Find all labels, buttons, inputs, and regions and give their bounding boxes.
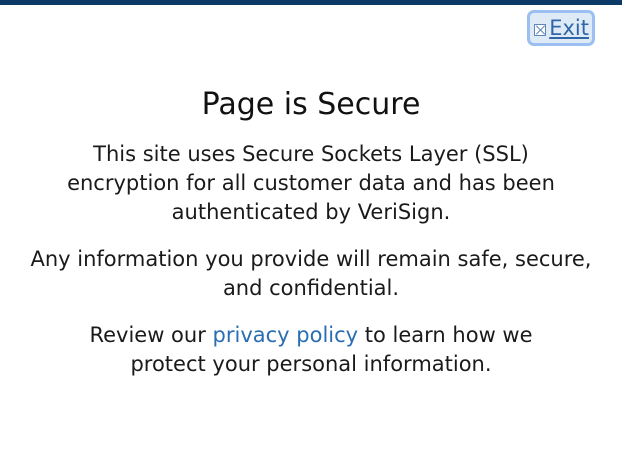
privacy-text-before: Review our: [89, 323, 213, 347]
top-accent-bar: [0, 0, 622, 5]
secure-page-popup: Exit Page is Secure This site uses Secur…: [0, 0, 622, 462]
privacy-policy-link[interactable]: privacy policy: [213, 323, 359, 347]
exit-button[interactable]: Exit: [530, 13, 592, 43]
close-box-icon: [534, 23, 547, 36]
page-title: Page is Secure: [201, 87, 421, 122]
safety-paragraph: Any information you provide will remain …: [30, 247, 592, 300]
privacy-paragraph: Review our privacy policy to learn how w…: [51, 321, 571, 379]
exit-label: Exit: [549, 15, 589, 40]
ssl-paragraph: This site uses Secure Sockets Layer (SSL…: [67, 142, 555, 224]
security-message: Page is Secure This site uses Secure Soc…: [0, 86, 622, 397]
